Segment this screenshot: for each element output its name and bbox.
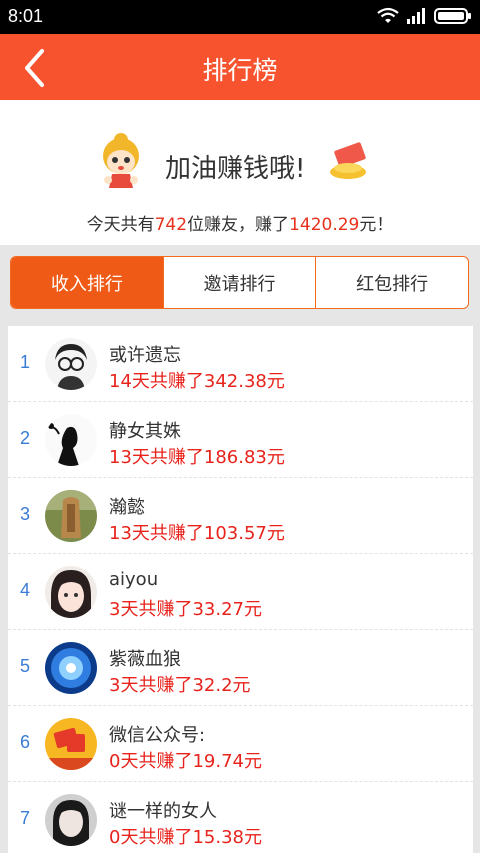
user-earnings: 14天共赚了342.38元 bbox=[109, 371, 285, 392]
tab-redpacket-ranking[interactable]: 红包排行 bbox=[315, 257, 468, 308]
rank-number: 7 bbox=[20, 808, 31, 828]
user-name: aiyou bbox=[109, 569, 159, 590]
user-name: 静女其姝 bbox=[109, 421, 181, 442]
avatar bbox=[45, 338, 97, 390]
user-earnings: 13天共赚了103.57元 bbox=[109, 523, 285, 544]
tab-invite-ranking[interactable]: 邀请排行 bbox=[162, 257, 316, 308]
avatar bbox=[45, 566, 97, 618]
avatar bbox=[45, 490, 97, 542]
list-item[interactable]: 5 紫薇血狼 3天共赚了32.2元 bbox=[8, 630, 473, 706]
list-item[interactable]: 7 谜一样的女人 0天共赚了15.38元 bbox=[8, 782, 473, 853]
avatar bbox=[45, 642, 97, 694]
list-item[interactable]: 4 aiyou 3天共赚了33.27元 bbox=[8, 554, 473, 630]
rank-number: 6 bbox=[20, 732, 31, 752]
summary-middle: 位赚友，赚了 bbox=[187, 215, 290, 235]
user-earnings: 3天共赚了32.2元 bbox=[109, 675, 251, 696]
ranking-tabs: 收入排行 邀请排行 红包排行 bbox=[10, 256, 469, 309]
status-icons bbox=[376, 7, 472, 25]
list-item[interactable]: 1 或许遗忘 14天共赚了342.38元 bbox=[8, 326, 473, 402]
battery-icon bbox=[434, 8, 471, 24]
avatar bbox=[45, 794, 97, 846]
ranking-list: 1 或许遗忘 14天共赚了342.38元 2 静女其姝 13天共赚了186.83… bbox=[8, 326, 473, 853]
user-name: 或许遗忘 bbox=[109, 345, 181, 366]
user-name: 谜一样的女人 bbox=[109, 801, 217, 822]
summary-suffix: 元！ bbox=[359, 215, 394, 235]
user-earnings: 13天共赚了186.83元 bbox=[109, 447, 285, 468]
summary-text: 今天共有742位赚友，赚了1420.29元！ bbox=[0, 210, 480, 235]
tab-income-ranking[interactable]: 收入排行 bbox=[11, 257, 163, 308]
signal-icon bbox=[407, 8, 425, 24]
status-bar: 8:01 bbox=[0, 0, 480, 34]
avatar bbox=[45, 718, 97, 770]
total-amount: 1420.29 bbox=[289, 215, 360, 235]
nav-bar: 排行榜 bbox=[0, 34, 480, 100]
list-item[interactable]: 2 静女其姝 13天共赚了186.83元 bbox=[8, 402, 473, 478]
avatar bbox=[45, 414, 97, 466]
rank-number: 2 bbox=[20, 428, 31, 448]
friend-count: 742 bbox=[154, 215, 188, 235]
user-earnings: 3天共赚了33.27元 bbox=[109, 599, 262, 620]
page-title: 排行榜 bbox=[202, 56, 278, 85]
user-name: 紫薇血狼 bbox=[109, 649, 181, 670]
rank-number: 3 bbox=[20, 504, 31, 524]
user-earnings: 0天共赚了19.74元 bbox=[109, 751, 262, 772]
money-icon bbox=[330, 142, 366, 179]
rank-number: 1 bbox=[20, 352, 31, 372]
cheer-text: 加油赚钱哦! bbox=[165, 154, 306, 184]
user-earnings: 0天共赚了15.38元 bbox=[109, 827, 262, 848]
tabs-area: 收入排行 邀请排行 红包排行 bbox=[0, 245, 480, 322]
summary-card: 加油赚钱哦! 今天共有742位赚友，赚了1420.29元！ bbox=[0, 100, 480, 245]
mascot-girl-icon bbox=[103, 133, 139, 188]
list-item[interactable]: 3 瀚懿 13天共赚了103.57元 bbox=[8, 478, 473, 554]
summary-prefix: 今天共有 bbox=[86, 215, 155, 235]
user-name: 微信公众号: bbox=[109, 725, 206, 746]
status-time: 8:01 bbox=[8, 6, 44, 26]
rank-number: 5 bbox=[20, 656, 31, 676]
wifi-icon bbox=[377, 7, 399, 23]
list-item[interactable]: 6 微信公众号: 0天共赚了19.74元 bbox=[8, 706, 473, 782]
rank-number: 4 bbox=[20, 580, 31, 600]
user-name: 瀚懿 bbox=[109, 497, 145, 518]
